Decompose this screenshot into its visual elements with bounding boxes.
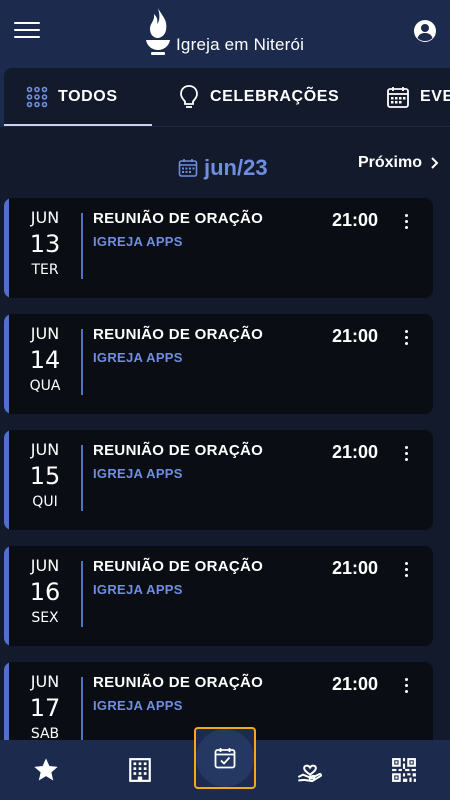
event-month: JUN [30, 440, 60, 459]
hamburger-line [14, 36, 40, 38]
event-date: JUN 13 TER [16, 208, 74, 280]
nav-church[interactable] [124, 754, 156, 786]
event-weekday: SEX [31, 610, 59, 626]
next-month-button[interactable]: Próximo [358, 154, 440, 172]
more-options-icon[interactable] [402, 446, 410, 464]
tab-todos[interactable]: TODOS [26, 68, 118, 126]
tab-label: CELEBRAÇÕES [210, 88, 340, 105]
date-divider [81, 213, 83, 279]
card-accent [4, 546, 9, 646]
event-title: REUNIÃO DE ORAÇÃO [93, 674, 264, 691]
card-accent [4, 314, 9, 414]
event-title: REUNIÃO DE ORAÇÃO [93, 210, 264, 227]
event-organizer: IGREJA APPS [93, 350, 183, 365]
event-time: 21:00 [332, 558, 379, 578]
event-card[interactable]: JUN 14 QUA REUNIÃO DE ORAÇÃO IGREJA APPS… [4, 314, 433, 414]
date-divider [81, 445, 83, 511]
event-month: JUN [30, 672, 60, 691]
user-avatar-icon [417, 24, 433, 41]
date-divider [81, 329, 83, 395]
next-label: Próximo [357, 154, 422, 171]
event-weekday: QUI [32, 494, 58, 510]
more-options-icon[interactable] [402, 330, 410, 348]
event-card[interactable]: JUN 13 TER REUNIÃO DE ORAÇÃO IGREJA APPS… [4, 198, 433, 298]
event-month: JUN [30, 324, 60, 343]
tab-label: TODOS [58, 88, 118, 105]
event-weekday: QUA [29, 378, 61, 394]
event-time: 21:00 [332, 442, 379, 462]
more-options-icon[interactable] [402, 562, 410, 580]
tab-celebracoes[interactable]: CELEBRAÇÕES [178, 68, 339, 126]
flame-logo-icon [146, 8, 170, 55]
tab-eventos[interactable]: EVE [386, 68, 450, 126]
chevron-right-icon [431, 157, 439, 169]
active-tab-indicator [4, 124, 152, 126]
calendar-button-circle [196, 729, 254, 787]
event-organizer: IGREJA APPS [93, 466, 183, 481]
event-time: 21:00 [332, 210, 379, 230]
calendar-icon [387, 87, 409, 108]
category-tabs: TODOS CELEBRAÇÕES EVE [0, 62, 450, 130]
app-header: Igreja em Niterói [0, 0, 450, 62]
event-time: 21:00 [332, 326, 379, 346]
event-weekday: TER [31, 262, 59, 278]
event-card[interactable]: JUN 15 QUI REUNIÃO DE ORAÇÃO IGREJA APPS… [4, 430, 433, 530]
card-accent [4, 430, 9, 530]
nav-qrcode[interactable] [388, 754, 420, 786]
account-button[interactable] [414, 20, 436, 42]
event-date: JUN 14 QUA [16, 324, 74, 396]
date-divider [81, 561, 83, 627]
event-date: JUN 15 QUI [16, 440, 74, 512]
event-organizer: IGREJA APPS [93, 234, 183, 249]
event-date: JUN 16 SEX [16, 556, 74, 628]
date-divider [81, 677, 83, 740]
more-options-icon[interactable] [402, 214, 410, 232]
app-title: Igreja em Niterói [176, 35, 305, 54]
event-title: REUNIÃO DE ORAÇÃO [93, 442, 264, 459]
event-weekday: SAB [30, 726, 60, 740]
event-card[interactable]: JUN 16 SEX REUNIÃO DE ORAÇÃO IGREJA APPS… [4, 546, 433, 646]
nav-favorites[interactable] [30, 754, 62, 786]
heart-hand-icon [297, 764, 322, 783]
event-list[interactable]: JUN 13 TER REUNIÃO DE ORAÇÃO IGREJA APPS… [0, 198, 450, 740]
card-accent [4, 198, 9, 298]
tab-label: EVE [420, 88, 450, 105]
calendar-check-icon [214, 748, 236, 769]
event-title: REUNIÃO DE ORAÇÃO [93, 558, 264, 575]
hamburger-line [14, 29, 40, 31]
event-time: 21:00 [332, 674, 379, 694]
event-organizer: IGREJA APPS [93, 582, 183, 597]
event-organizer: IGREJA APPS [93, 698, 183, 713]
building-icon [129, 758, 151, 782]
lightbulb-icon [180, 85, 198, 108]
grid-dots-icon [26, 86, 48, 108]
event-day: 13 [29, 230, 61, 258]
event-day: 14 [29, 346, 61, 374]
nav-calendar[interactable] [194, 727, 256, 789]
hamburger-line [14, 22, 40, 24]
event-title: REUNIÃO DE ORAÇÃO [93, 326, 264, 343]
nav-donations[interactable] [294, 754, 326, 786]
event-day: 17 [29, 694, 61, 722]
event-month: JUN [30, 208, 60, 227]
calendar-icon [178, 159, 198, 177]
month-text: jun/23 [204, 155, 268, 180]
more-options-icon[interactable] [402, 678, 410, 696]
event-day: 15 [29, 462, 61, 490]
qr-code-icon [392, 758, 416, 782]
tab-strip: TODOS CELEBRAÇÕES EVE [4, 68, 450, 126]
star-icon [34, 758, 58, 781]
event-month: JUN [30, 556, 60, 575]
event-day: 16 [29, 578, 61, 606]
current-month: jun/23 [178, 152, 268, 184]
event-date: JUN 17 SAB [16, 672, 74, 740]
menu-button[interactable] [14, 22, 40, 40]
card-accent [4, 662, 9, 740]
